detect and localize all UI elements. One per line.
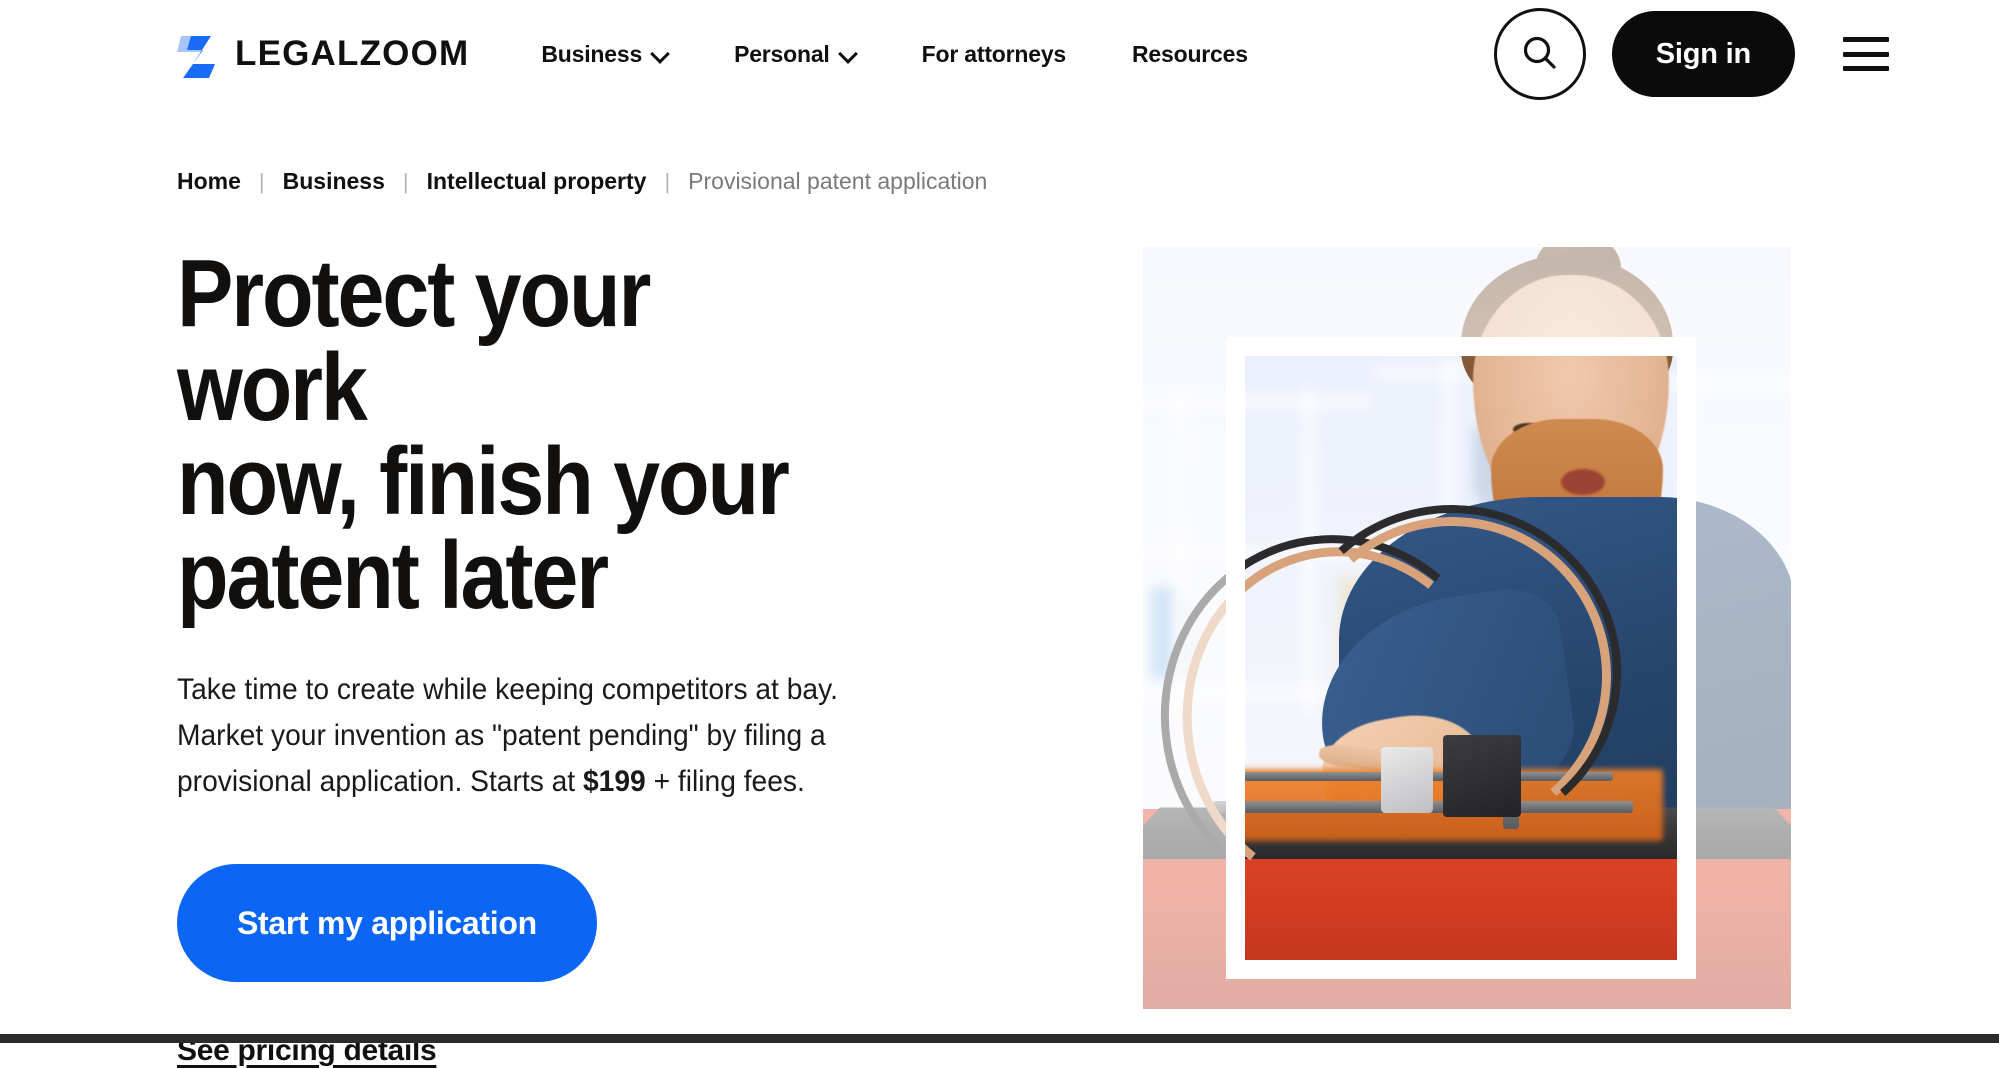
hamburger-menu-icon[interactable]	[1843, 37, 1889, 71]
hamburger-bar	[1843, 66, 1889, 71]
site-header: LEGALZOOM Business Personal For attorney…	[0, 0, 1999, 108]
primary-nav: Business Personal For attorneys Resource…	[541, 41, 1493, 68]
hero-subtitle-text-2: + filing fees.	[645, 764, 805, 798]
hero-content: Protect your work now, finish your paten…	[177, 240, 937, 1068]
search-icon	[1523, 36, 1556, 69]
search-button[interactable]	[1493, 8, 1586, 100]
nav-item-label: Resources	[1132, 40, 1248, 67]
breadcrumb: Home | Business | Intellectual property …	[0, 108, 1999, 195]
hero-price: $199	[582, 764, 646, 798]
chevron-down-icon	[652, 46, 668, 62]
chevron-down-icon	[840, 46, 856, 62]
nav-item-label: Personal	[734, 40, 830, 67]
nav-item-label: Business	[541, 40, 643, 67]
logo-wordmark: LEGALZOOM	[235, 34, 470, 73]
nav-item-business[interactable]: Business	[541, 41, 668, 68]
hero-image	[1143, 247, 1791, 1009]
hamburger-bar	[1843, 37, 1889, 42]
hero-photo	[1143, 247, 1791, 1009]
logo[interactable]: LEGALZOOM	[177, 30, 469, 78]
legalzoom-z-mark-icon	[177, 30, 221, 78]
breadcrumb-item-intellectual-property[interactable]: Intellectual property	[427, 168, 647, 195]
breadcrumb-separator: |	[664, 168, 671, 194]
start-my-application-button[interactable]: Start my application	[177, 864, 597, 983]
breadcrumb-separator: |	[402, 168, 409, 194]
breadcrumb-item-business[interactable]: Business	[283, 168, 385, 195]
nav-item-personal[interactable]: Personal	[734, 41, 856, 68]
nav-item-for-attorneys[interactable]: For attorneys	[921, 40, 1067, 68]
man-mouth	[1561, 469, 1605, 495]
hero-subtitle: Take time to create while keeping compet…	[177, 667, 873, 804]
breadcrumb-separator: |	[258, 168, 265, 194]
header-actions: Sign in	[1493, 8, 1999, 100]
breadcrumb-item-current: Provisional patent application	[688, 168, 988, 194]
page-bottom-edge	[0, 1034, 1999, 1043]
hero-section: Protect your work now, finish your paten…	[0, 240, 1999, 1068]
sign-in-button[interactable]: Sign in	[1611, 11, 1795, 97]
page-title: Protect your work now, finish your paten…	[177, 240, 790, 630]
nav-item-label: For attorneys	[921, 40, 1067, 67]
nav-item-resources[interactable]: Resources	[1132, 41, 1248, 68]
hamburger-bar	[1843, 51, 1889, 57]
breadcrumb-item-home[interactable]: Home	[177, 168, 241, 195]
